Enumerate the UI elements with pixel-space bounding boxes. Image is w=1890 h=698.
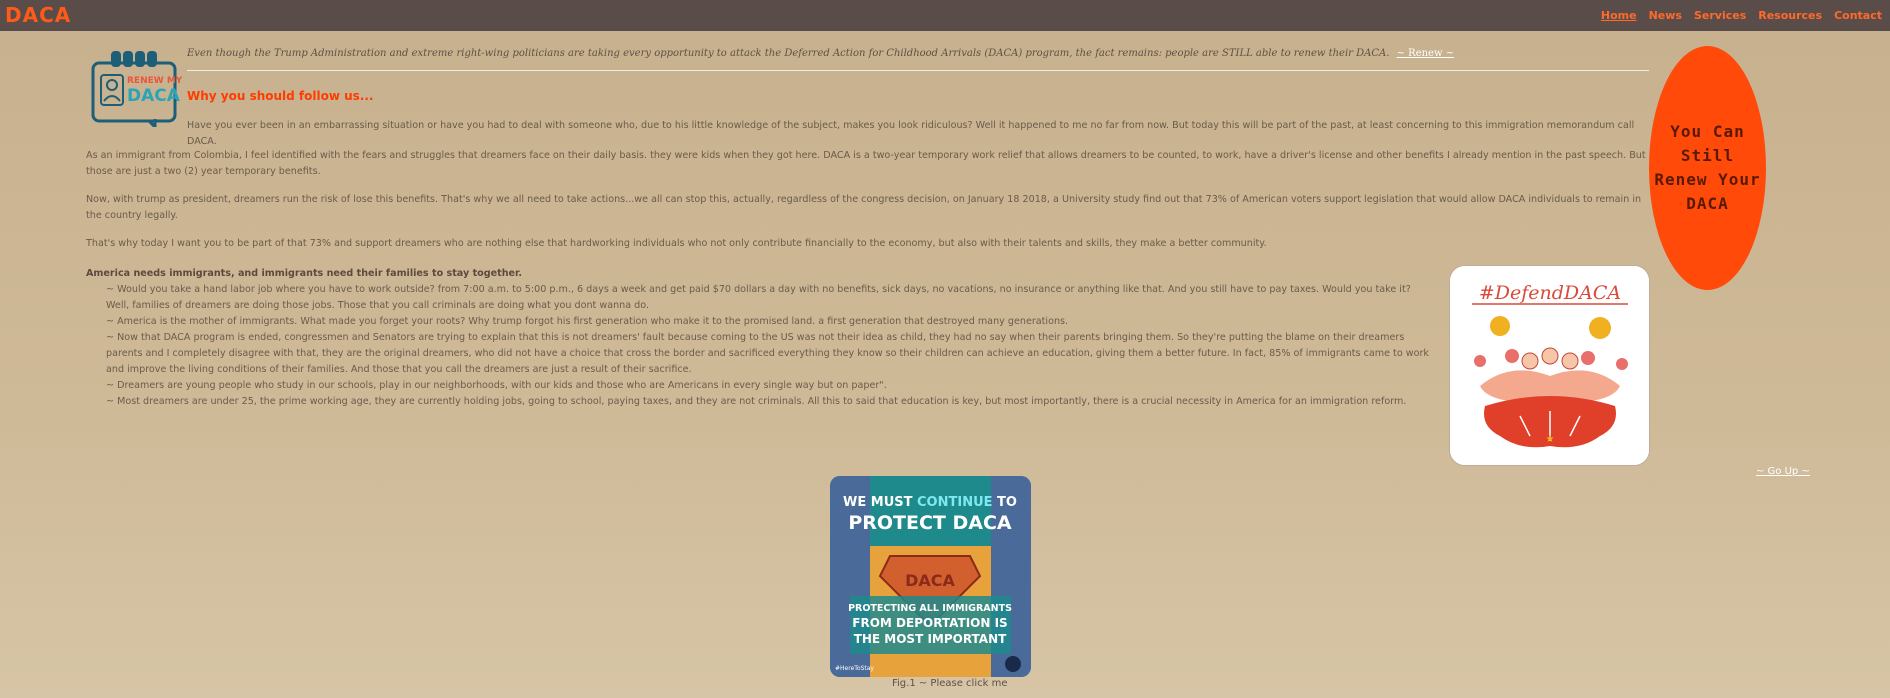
svg-text:PROTECT DACA: PROTECT DACA [848, 512, 1012, 534]
svg-text:FROM DEPORTATION IS: FROM DEPORTATION IS [852, 616, 1007, 630]
list-item: ~ America is the mother of immigrants. W… [106, 316, 1069, 327]
paragraph-2: As an immigrant from Colombia, I feel id… [86, 150, 1646, 177]
nav-news-link[interactable]: News [1649, 9, 1682, 22]
intro-text: Even though the Trump Administration and… [187, 48, 1390, 59]
defend-daca-image: #DefendDACA ★ [1449, 265, 1650, 466]
intro-divider [187, 70, 1649, 71]
brand-logo-text[interactable]: DACA [5, 3, 71, 27]
svg-text:WE MUST CONTINUE TO: WE MUST CONTINUE TO [843, 495, 1017, 510]
list-item: ~ Dreamers are young people who study in… [106, 380, 887, 391]
svg-text:#DefendDACA: #DefendDACA [1479, 282, 1621, 304]
nav-resources-link[interactable]: Resources [1758, 9, 1822, 22]
list-item: ~ Would you take a hand labor job where … [106, 284, 1411, 311]
nav-services-link[interactable]: Services [1694, 9, 1746, 22]
nav-menu: Home News Services Resources Contact [1601, 9, 1882, 22]
svg-text:★: ★ [1546, 434, 1555, 445]
go-up-link[interactable]: ~ Go Up ~ [1756, 466, 1810, 477]
svg-text:RENEW MY: RENEW MY [127, 76, 182, 86]
paragraph-1: Have you ever been in an embarrassing si… [187, 120, 1635, 147]
paragraph-4: That's why today I want you to be part o… [86, 238, 1267, 249]
list-item: ~ Now that DACA program is ended, congre… [106, 332, 1429, 375]
renew-oval-badge[interactable]: You Can Still Renew Your DACA [1649, 46, 1766, 290]
svg-text:DACA: DACA [905, 571, 955, 590]
svg-text:PROTECTING ALL IMMIGRANTS: PROTECTING ALL IMMIGRANTS [848, 603, 1012, 614]
protect-daca-poster[interactable]: DACA WE MUST CONTINUE TO PROTECT DACA PR… [830, 476, 1031, 677]
paragraph-3: Now, with trump as president, dreamers r… [86, 194, 1642, 221]
svg-text:DACA: DACA [127, 86, 181, 106]
intro-statement: Even though the Trump Administration and… [187, 48, 1647, 59]
nav-contact-link[interactable]: Contact [1834, 9, 1882, 22]
list-item: ~ Most dreamers are under 25, the prime … [106, 396, 1407, 407]
reasons-list: ~ Would you take a hand labor job where … [106, 282, 1436, 410]
svg-text:THE MOST IMPORTANT: THE MOST IMPORTANT [854, 632, 1007, 646]
nav-home-link[interactable]: Home [1601, 9, 1637, 22]
bold-statement: America needs immigrants, and immigrants… [86, 268, 523, 279]
oval-text: You Can Still Renew Your DACA [1654, 122, 1761, 213]
renew-my-daca-logo: RENEW MY DACA [91, 49, 183, 131]
why-follow-heading: Why you should follow us... [187, 89, 374, 103]
figure-caption: Fig.1 ~ Please click me [892, 678, 1008, 689]
renew-link[interactable]: ~ Renew ~ [1397, 48, 1454, 59]
top-navbar: DACA Home News Services Resources Contac… [0, 0, 1890, 31]
svg-text:#HereToStay: #HereToStay [835, 665, 874, 672]
